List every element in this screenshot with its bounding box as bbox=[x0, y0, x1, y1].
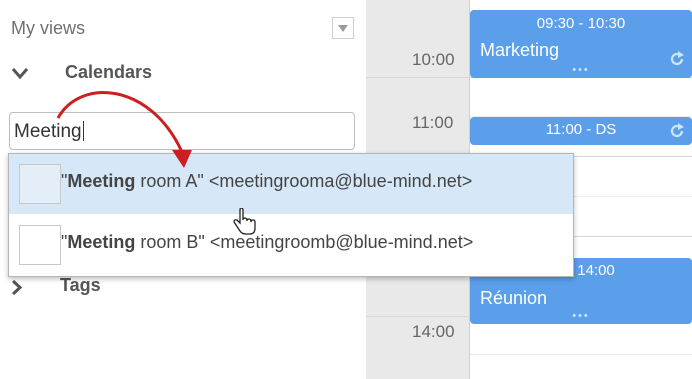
event-title: Réunion bbox=[480, 288, 548, 308]
calendar-color-swatch bbox=[19, 164, 61, 204]
autocomplete-option-text: "Meeting room A" <meetingrooma@blue-mind… bbox=[61, 171, 473, 191]
my-views-dropdown-button[interactable] bbox=[332, 17, 354, 39]
chevron-down-icon[interactable] bbox=[12, 68, 28, 79]
half-hour-line bbox=[470, 354, 692, 355]
time-label-14: 14:00 bbox=[412, 322, 455, 341]
autocomplete-option-text: "Meeting room B" <meetingroomb@blue-mind… bbox=[61, 232, 474, 252]
search-input-value: Meeting bbox=[14, 121, 82, 142]
time-label-11: 11:00 bbox=[412, 113, 454, 132]
chevron-right-icon[interactable] bbox=[12, 280, 22, 295]
event-time: 11:00 - DS bbox=[545, 121, 617, 138]
triangle-down-icon bbox=[338, 25, 348, 32]
repeat-icon bbox=[670, 123, 684, 138]
my-views-label: My views bbox=[11, 18, 86, 38]
calendars-section-label[interactable]: Calendars bbox=[65, 62, 152, 83]
resize-handle[interactable]: ••• bbox=[470, 64, 692, 76]
autocomplete-option[interactable]: "Meeting room B" <meetingroomb@blue-mind… bbox=[9, 215, 573, 275]
autocomplete-option[interactable]: "Meeting room A" <meetingrooma@blue-mind… bbox=[9, 154, 573, 214]
event-time: 09:30 - 10:30 bbox=[536, 15, 626, 32]
calendar-search-input[interactable]: Meeting bbox=[9, 112, 355, 150]
time-label-10: 10:00 bbox=[412, 50, 455, 69]
tags-section-label[interactable]: Tags bbox=[60, 275, 101, 296]
hand-pointer-icon bbox=[233, 208, 256, 235]
match-highlight: Meeting bbox=[67, 232, 136, 252]
event-ds[interactable]: 11:00 - DS bbox=[470, 117, 692, 145]
event-title: Marketing bbox=[480, 40, 560, 60]
match-highlight: Meeting bbox=[67, 171, 136, 191]
autocomplete-dropdown: "Meeting room A" <meetingrooma@blue-mind… bbox=[8, 153, 574, 277]
calendar-color-swatch bbox=[19, 225, 61, 265]
text-caret bbox=[82, 121, 84, 141]
event-marketing[interactable]: 09:30 - 10:30 Marketing ••• bbox=[470, 10, 692, 78]
resize-handle[interactable]: ••• bbox=[470, 310, 692, 322]
